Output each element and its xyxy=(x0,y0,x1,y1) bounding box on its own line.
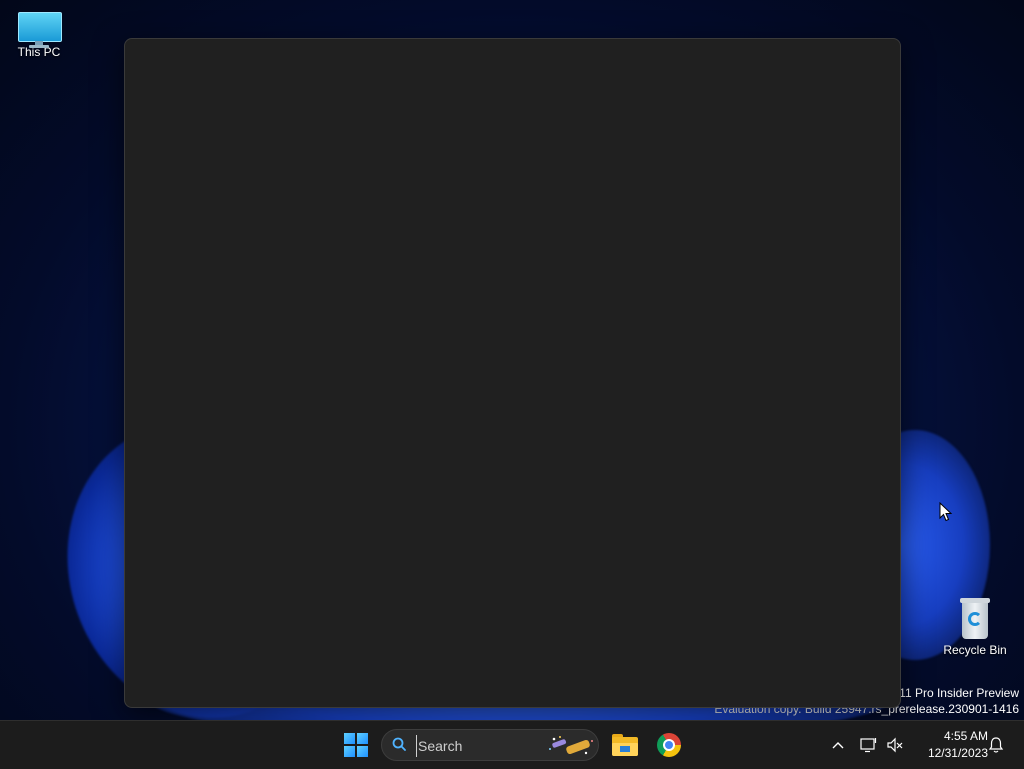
taskbar-clock[interactable]: 4:55 AM 12/31/2023 xyxy=(912,728,988,762)
chrome-icon xyxy=(657,733,681,757)
clock-time: 4:55 AM xyxy=(943,729,988,743)
file-explorer-icon xyxy=(612,734,638,756)
taskbar-search-box[interactable] xyxy=(381,729,599,761)
notifications-button[interactable] xyxy=(984,733,1008,757)
start-icon xyxy=(344,733,368,757)
chrome-button[interactable] xyxy=(649,725,689,765)
search-icon xyxy=(392,737,406,751)
volume-button[interactable] xyxy=(883,733,907,757)
clock-date: 12/31/2023 xyxy=(927,746,988,760)
blank-app-window[interactable] xyxy=(124,38,901,708)
taskbar: 4:55 AM 12/31/2023 xyxy=(0,720,1024,769)
show-hidden-icons-button[interactable] xyxy=(826,733,850,757)
volume-muted-icon xyxy=(887,737,903,753)
chevron-up-icon xyxy=(832,742,844,749)
search-highlight-icon[interactable] xyxy=(546,733,596,759)
network-button[interactable] xyxy=(857,733,881,757)
desktop-icon-recycle-bin[interactable]: Recycle Bin xyxy=(938,598,1012,657)
recycle-bin-icon xyxy=(958,598,992,640)
file-explorer-button[interactable] xyxy=(605,725,645,765)
network-icon xyxy=(860,738,877,753)
desktop-icon-label: Recycle Bin xyxy=(943,643,1007,657)
start-button[interactable] xyxy=(336,725,376,765)
monitor-icon xyxy=(18,12,62,48)
search-input[interactable] xyxy=(416,735,540,757)
notification-bell-icon xyxy=(988,737,1004,753)
desktop-icon-this-pc[interactable]: This PC xyxy=(2,12,76,59)
